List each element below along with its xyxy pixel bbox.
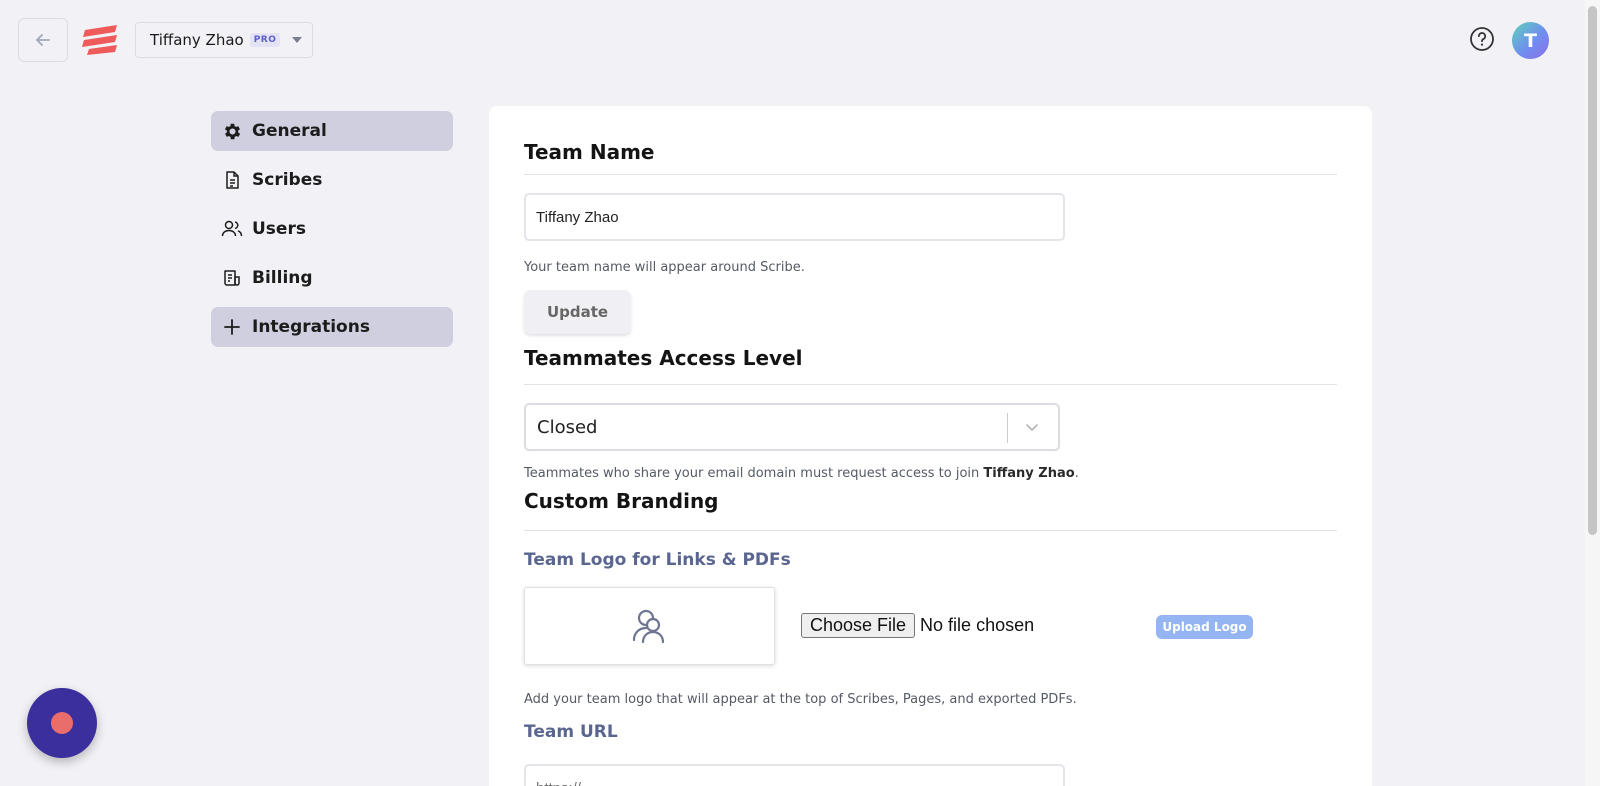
file-status: No file chosen	[920, 615, 1035, 635]
team-name-input[interactable]	[524, 193, 1065, 241]
sidebar-item-general[interactable]: General	[211, 111, 453, 151]
back-button[interactable]	[18, 18, 68, 62]
access-help-team: Tiffany Zhao	[983, 466, 1075, 481]
document-icon	[221, 169, 243, 191]
access-help-text: Teammates who share your email domain mu…	[524, 466, 984, 481]
custom-branding-title: Custom Branding	[524, 489, 719, 513]
choose-file-button[interactable]: Choose File	[801, 613, 916, 638]
sidebar-item-label: Users	[252, 219, 306, 239]
file-input[interactable]: Choose File No file chosen	[801, 613, 1034, 638]
sidebar-item-label: Integrations	[252, 317, 370, 337]
chevron-down-icon[interactable]	[1024, 419, 1040, 435]
sidebar-item-label: General	[252, 121, 327, 141]
sidebar-item-billing[interactable]: Billing	[211, 258, 453, 298]
access-level-select[interactable]: Closed	[524, 403, 1060, 451]
scribe-logo-icon[interactable]	[81, 25, 119, 55]
team-logo-subtitle: Team Logo for Links & PDFs	[524, 550, 791, 570]
divider	[524, 174, 1337, 175]
gear-icon	[221, 120, 243, 142]
help-icon[interactable]	[1469, 26, 1495, 52]
caret-down-icon	[292, 37, 303, 43]
settings-sidebar: General Scribes Users Billing Integratio…	[211, 111, 453, 356]
sidebar-item-integrations[interactable]: Integrations	[211, 307, 453, 347]
scrollbar[interactable]	[1585, 0, 1600, 786]
team-url-input[interactable]	[524, 764, 1065, 786]
record-dot-icon	[51, 712, 73, 734]
top-bar: Tiffany Zhao PRO T	[0, 0, 1585, 80]
divider	[524, 530, 1337, 531]
sidebar-item-scribes[interactable]: Scribes	[211, 160, 453, 200]
team-url-subtitle: Team URL	[524, 722, 618, 742]
select-separator	[1007, 413, 1008, 443]
arrow-left-icon	[36, 34, 50, 46]
logo-preview	[524, 587, 775, 665]
users-icon	[221, 218, 243, 240]
avatar[interactable]: T	[1512, 22, 1549, 59]
access-level-title: Teammates Access Level	[524, 346, 803, 370]
update-button[interactable]: Update	[524, 290, 631, 334]
sidebar-item-users[interactable]: Users	[211, 209, 453, 249]
access-level-help: Teammates who share your email domain mu…	[524, 466, 1079, 481]
access-level-value: Closed	[537, 417, 598, 438]
logo-help: Add your team logo that will appear at t…	[524, 692, 1077, 707]
plan-badge: PRO	[249, 33, 281, 47]
access-help-suffix: .	[1074, 466, 1079, 481]
team-switcher[interactable]: Tiffany Zhao PRO	[135, 22, 313, 58]
settings-card: Team Name Your team name will appear aro…	[489, 106, 1372, 786]
team-switcher-name: Tiffany Zhao	[150, 31, 244, 49]
scribe-record-button[interactable]	[27, 688, 97, 758]
upload-logo-button[interactable]: Upload Logo	[1156, 615, 1253, 639]
team-placeholder-icon	[632, 609, 664, 644]
sidebar-item-label: Scribes	[252, 170, 323, 190]
divider	[524, 384, 1337, 385]
team-name-help: Your team name will appear around Scribe…	[524, 260, 805, 275]
scrollbar-thumb[interactable]	[1588, 6, 1597, 535]
sidebar-item-label: Billing	[252, 268, 313, 288]
billing-icon	[221, 267, 243, 289]
plus-icon	[221, 316, 243, 338]
team-name-title: Team Name	[524, 140, 655, 164]
